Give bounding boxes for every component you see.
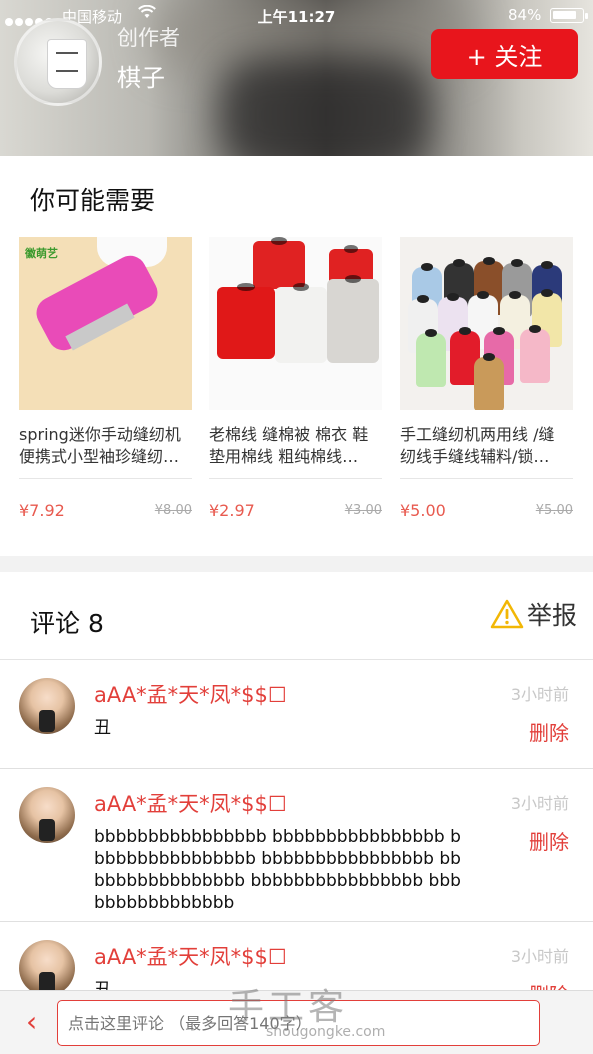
product-original-price: ¥3.00 <box>344 503 382 518</box>
recommendations-section: 你可能需要 徽萌艺 spring迷你手动缝纫机 便携式小型袖珍缝纫… ¥7.92… <box>0 156 593 556</box>
product-name: 老棉线 缝棉被 棉衣 鞋 垫用棉线 粗纯棉线… <box>209 425 369 466</box>
comment-username[interactable]: aAA*孟*天*凤*$$☐ <box>94 941 287 971</box>
comments-title: 评论 8 <box>30 604 104 640</box>
product-original-price: ¥8.00 <box>154 503 192 518</box>
comment-text: 丑 <box>94 718 111 738</box>
comment-time: 3小时前 <box>510 947 569 966</box>
comments-count: 8 <box>88 609 104 638</box>
product-card[interactable]: 徽萌艺 spring迷你手动缝纫机 便携式小型袖珍缝纫… ¥7.92 ¥8.00 <box>19 237 192 525</box>
follow-button[interactable]: + 关注 <box>431 29 578 79</box>
creator-name[interactable]: 棋子 <box>117 58 165 93</box>
report-label: 举报 <box>527 601 578 630</box>
product-name: 手工缝纫机两用线 /缝 纫线手缝线辅料/锁… <box>400 425 555 466</box>
header-background-shape <box>220 60 430 156</box>
comment-username[interactable]: aAA*孟*天*凤*$$☐ <box>94 788 287 818</box>
comment-item: aAA*孟*天*凤*$$☐ 3小时前 丑 删除 <box>0 661 593 769</box>
recommendations-title: 你可能需要 <box>30 186 156 215</box>
status-time: 上午11:27 <box>257 8 336 26</box>
product-image[interactable]: 徽萌艺 <box>19 237 192 410</box>
comments-header: 评论 8 举报 <box>0 572 593 660</box>
comment-time: 3小时前 <box>510 794 569 813</box>
divider <box>19 478 192 479</box>
product-image[interactable] <box>400 237 573 410</box>
watermark-logo: 手工客 <box>228 987 349 1028</box>
avatar[interactable] <box>19 787 75 843</box>
battery-percent: 84% <box>508 6 542 24</box>
comment-time: 3小时前 <box>510 685 569 704</box>
status-bar: 中国移动 上午11:27 84% <box>0 4 593 28</box>
watermark-url: shougongke.com <box>266 1024 386 1040</box>
report-button[interactable]: 举报 <box>490 596 577 632</box>
product-name: spring迷你手动缝纫机 便携式小型袖珍缝纫… <box>19 425 181 466</box>
comment-text: bbbbbbbbbbbbbbbb bbbbbbbbbbbbbbbb bbbbbb… <box>94 827 461 913</box>
creator-avatar[interactable] <box>14 18 102 106</box>
divider <box>209 478 382 479</box>
back-chevron-icon[interactable]: ‹ <box>26 1008 37 1036</box>
product-price: ¥7.92 <box>19 501 65 520</box>
product-image[interactable] <box>209 237 382 410</box>
avatar[interactable] <box>19 678 75 734</box>
delete-button[interactable]: 删除 <box>529 717 569 746</box>
product-original-price: ¥5.00 <box>535 503 573 518</box>
creator-header: 中国移动 上午11:27 84% 创作者 棋子 + 关注 <box>0 0 593 156</box>
product-card[interactable]: 老棉线 缝棉被 棉衣 鞋 垫用棉线 粗纯棉线… ¥2.97 ¥3.00 <box>209 237 382 525</box>
divider <box>400 478 573 479</box>
creator-label: 创作者 <box>117 26 180 50</box>
product-price: ¥2.97 <box>209 501 255 520</box>
avatar[interactable] <box>19 940 75 996</box>
follow-button-label: + 关注 <box>466 42 543 71</box>
comments-title-label: 评论 <box>30 609 81 638</box>
product-image-brand: 徽萌艺 <box>25 247 58 260</box>
delete-button[interactable]: 删除 <box>529 826 569 855</box>
product-price: ¥5.00 <box>400 501 446 520</box>
product-card[interactable]: 手工缝纫机两用线 /缝 纫线手缝线辅料/锁… ¥5.00 ¥5.00 <box>400 237 573 525</box>
battery-icon <box>550 8 588 23</box>
comment-username[interactable]: aAA*孟*天*凤*$$☐ <box>94 679 287 709</box>
warning-icon <box>490 599 524 629</box>
comment-item: aAA*孟*天*凤*$$☐ 3小时前 bbbbbbbbbbbbbbbb bbbb… <box>0 770 593 922</box>
